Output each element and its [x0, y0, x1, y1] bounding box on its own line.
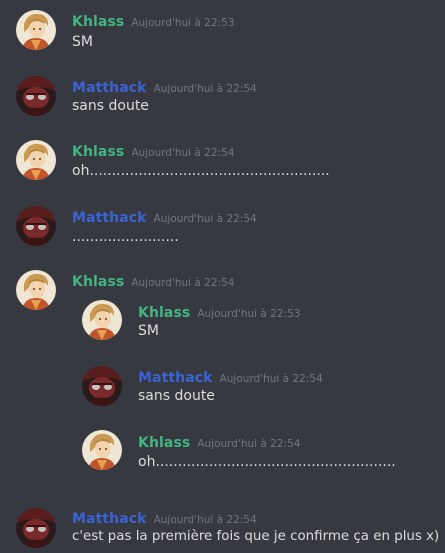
matthack-avatar-icon[interactable] [16, 76, 56, 116]
timestamp: Aujourd'hui à 22:54 [153, 213, 257, 225]
message-header: Matthack Aujourd'hui à 22:54 [72, 508, 257, 527]
quoted-header: Khlass Aujourd'hui à 22:54 [138, 432, 300, 451]
quoted-text: sans doute [138, 388, 215, 404]
username[interactable]: Matthack [72, 80, 147, 96]
message-text: sans doute [72, 98, 149, 114]
matthack-avatar-icon[interactable] [16, 206, 56, 246]
khlass-avatar-icon[interactable] [82, 430, 122, 470]
matthack-avatar-icon[interactable] [16, 508, 56, 548]
message: Khlass Aujourd'hui à 22:53 SM [0, 0, 445, 55]
message-text: SM [72, 34, 93, 50]
message-text: oh......................................… [72, 163, 330, 179]
timestamp: Aujourd'hui à 22:54 [131, 147, 235, 159]
message: Matthack Aujourd'hui à 22:54 sans doute [0, 66, 445, 121]
timestamp: Aujourd'hui à 22:54 [131, 277, 235, 289]
message-text: ........................ [72, 229, 179, 245]
message-header: Khlass Aujourd'hui à 22:54 [72, 141, 234, 160]
khlass-avatar-icon[interactable] [16, 10, 56, 50]
username[interactable]: Khlass [72, 144, 124, 160]
message: Khlass Aujourd'hui à 22:54 Khlass Aujourd'… [0, 260, 445, 490]
khlass-avatar-icon[interactable] [82, 300, 122, 340]
quoted-header: Khlass Aujourd'hui à 22:53 [138, 302, 300, 321]
message: Matthack Aujourd'hui à 22:54 c'est pas la… [0, 498, 445, 553]
matthack-avatar-icon[interactable] [82, 366, 122, 406]
timestamp: Aujourd'hui à 22:54 [219, 373, 323, 385]
quoted-text: oh......................................… [138, 454, 396, 470]
username[interactable]: Khlass [72, 14, 124, 30]
timestamp: Aujourd'hui à 22:54 [153, 514, 257, 526]
username[interactable]: Khlass [72, 274, 124, 290]
message: Matthack Aujourd'hui à 22:54 ............… [0, 196, 445, 251]
timestamp: Aujourd'hui à 22:54 [153, 83, 257, 95]
timestamp: Aujourd'hui à 22:53 [131, 17, 235, 29]
khlass-avatar-icon[interactable] [16, 270, 56, 310]
quoted-text: SM [138, 323, 159, 339]
timestamp: Aujourd'hui à 22:54 [197, 438, 301, 450]
username[interactable]: Matthack [72, 210, 147, 226]
message-header: Khlass Aujourd'hui à 22:54 [72, 271, 234, 290]
quoted-header: Matthack Aujourd'hui à 22:54 [138, 367, 323, 386]
username[interactable]: Khlass [138, 435, 190, 451]
username[interactable]: Khlass [138, 305, 190, 321]
khlass-avatar-icon[interactable] [16, 140, 56, 180]
message-text: c'est pas la première fois que je confir… [72, 529, 440, 544]
message: Khlass Aujourd'hui à 22:54 oh............… [0, 130, 445, 185]
message-header: Khlass Aujourd'hui à 22:53 [72, 11, 234, 30]
username[interactable]: Matthack [138, 370, 213, 386]
timestamp: Aujourd'hui à 22:53 [197, 308, 301, 320]
message-header: Matthack Aujourd'hui à 22:54 [72, 77, 257, 96]
message-header: Matthack Aujourd'hui à 22:54 [72, 207, 257, 226]
username[interactable]: Matthack [72, 511, 147, 527]
